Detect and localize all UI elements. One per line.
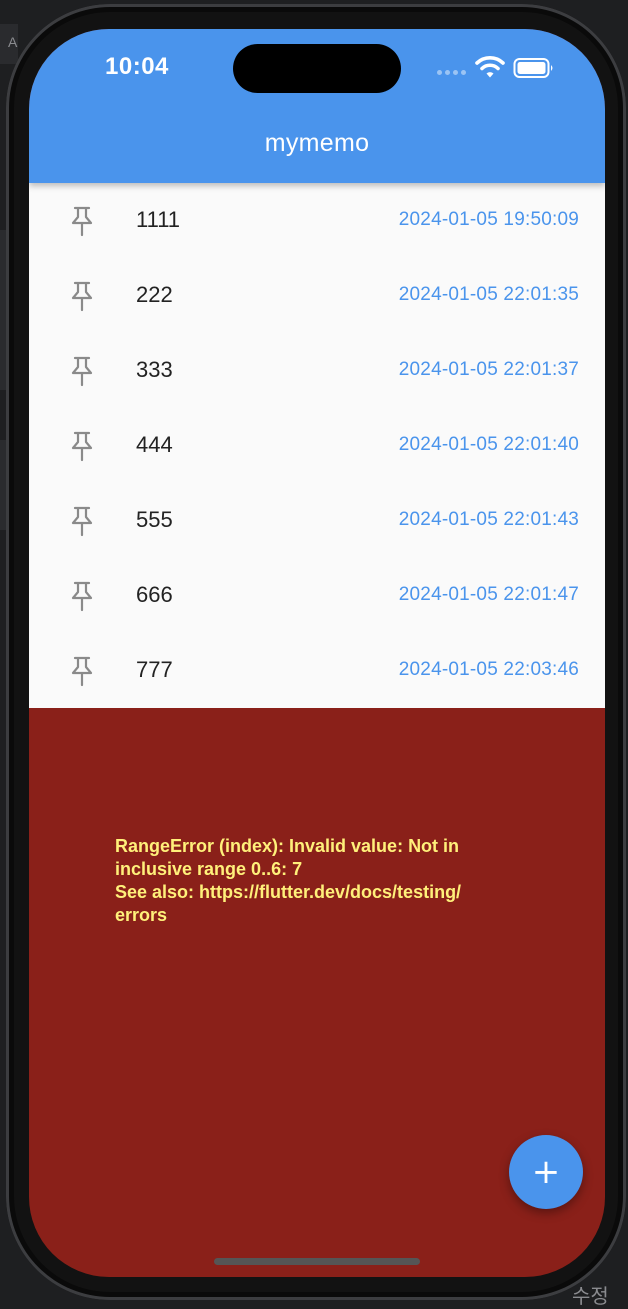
memo-date: 2024-01-05 19:50:09 xyxy=(398,209,579,230)
memo-list-item[interactable]: 777 2024-01-05 22:03:46 xyxy=(29,633,605,708)
dynamic-island xyxy=(233,44,401,93)
memo-list-item[interactable]: 666 2024-01-05 22:01:47 xyxy=(29,558,605,633)
phone-screen: 10:04 mymemo 1111 2024-01-05 19:50:09 22… xyxy=(29,29,605,1277)
pin-icon[interactable] xyxy=(69,355,95,387)
battery-icon xyxy=(513,58,553,78)
memo-title: 222 xyxy=(136,282,173,307)
memo-title: 666 xyxy=(136,582,173,607)
desktop-corner-top-text: A xyxy=(8,34,18,50)
pin-icon[interactable] xyxy=(69,580,95,612)
memo-list-item[interactable]: 333 2024-01-05 22:01:37 xyxy=(29,333,605,408)
memo-title: 333 xyxy=(136,357,173,382)
pin-icon[interactable] xyxy=(69,655,95,687)
memo-list-item[interactable]: 555 2024-01-05 22:01:43 xyxy=(29,483,605,558)
memo-date: 2024-01-05 22:01:35 xyxy=(398,284,579,305)
memo-date: 2024-01-05 22:01:47 xyxy=(398,584,579,605)
memo-date: 2024-01-05 22:01:43 xyxy=(398,509,579,530)
memo-title: 555 xyxy=(136,507,173,532)
memo-date: 2024-01-05 22:03:46 xyxy=(398,659,579,680)
memo-list-item[interactable]: 222 2024-01-05 22:01:35 xyxy=(29,258,605,333)
status-time: 10:04 xyxy=(105,53,169,80)
pin-icon[interactable] xyxy=(69,505,95,537)
memo-date: 2024-01-05 22:01:40 xyxy=(398,434,579,455)
add-icon: + xyxy=(531,1152,561,1192)
memo-list-item[interactable]: 1111 2024-01-05 19:50:09 xyxy=(29,183,605,258)
wifi-icon xyxy=(475,56,505,78)
desktop-corner-bottom-text: 수정 xyxy=(572,1286,609,1308)
memo-title: 1111 xyxy=(136,207,181,232)
pin-icon[interactable] xyxy=(69,205,95,237)
memo-title: 777 xyxy=(136,657,173,682)
app-bar: 10:04 mymemo xyxy=(29,29,605,183)
memo-list: 1111 2024-01-05 19:50:09 222 2024-01-05 … xyxy=(29,183,605,708)
pin-icon[interactable] xyxy=(69,430,95,462)
pin-icon[interactable] xyxy=(69,280,95,312)
add-memo-button[interactable]: + xyxy=(509,1135,583,1209)
memo-date: 2024-01-05 22:01:37 xyxy=(398,359,579,380)
memo-list-item[interactable]: 444 2024-01-05 22:01:40 xyxy=(29,408,605,483)
memo-title: 444 xyxy=(136,432,173,457)
home-indicator xyxy=(214,1258,420,1265)
error-message: RangeError (index): Invalid value: Not i… xyxy=(115,836,462,925)
cellular-signal-icon xyxy=(437,70,467,76)
app-title: mymemo xyxy=(264,129,370,157)
